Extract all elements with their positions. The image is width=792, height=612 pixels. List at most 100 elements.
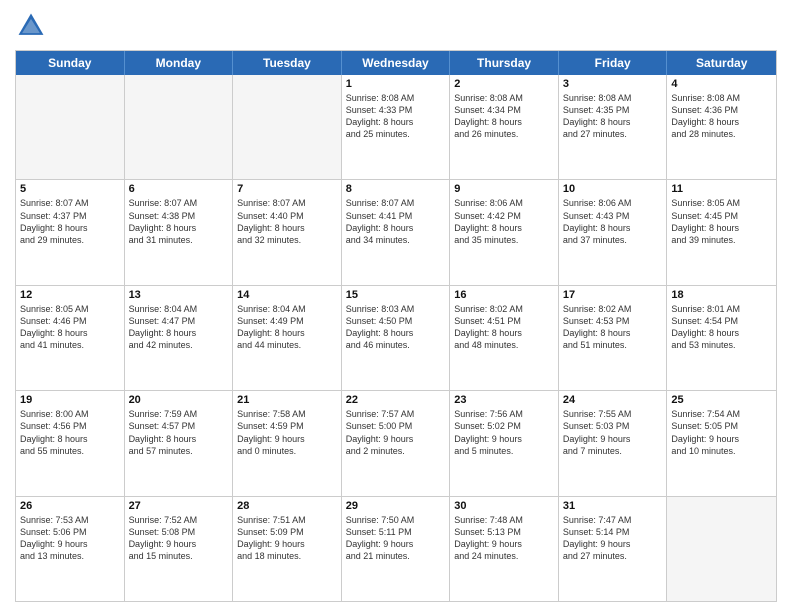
empty-cell [667,497,776,601]
day-number: 26 [20,500,120,512]
logo [15,10,51,42]
cell-info: Sunrise: 8:06 AM Sunset: 4:42 PM Dayligh… [454,197,554,246]
day-number: 29 [346,500,446,512]
header-day-wednesday: Wednesday [342,51,451,75]
day-number: 18 [671,289,772,301]
day-number: 22 [346,394,446,406]
day-cell-7: 7 Sunrise: 8:07 AM Sunset: 4:40 PM Daylig… [233,180,342,284]
day-number: 21 [237,394,337,406]
day-cell-14: 14 Sunrise: 8:04 AM Sunset: 4:49 PM Dayli… [233,286,342,390]
header-day-tuesday: Tuesday [233,51,342,75]
cell-info: Sunrise: 8:08 AM Sunset: 4:34 PM Dayligh… [454,92,554,141]
cell-info: Sunrise: 7:56 AM Sunset: 5:02 PM Dayligh… [454,408,554,457]
day-number: 9 [454,183,554,195]
calendar-body: 1Sunrise: 8:08 AM Sunset: 4:33 PM Daylig… [16,75,776,601]
day-cell-21: 21 Sunrise: 7:58 AM Sunset: 4:59 PM Dayli… [233,391,342,495]
day-cell-4: 4 Sunrise: 8:08 AM Sunset: 4:36 PM Daylig… [667,75,776,179]
calendar-header: SundayMondayTuesdayWednesdayThursdayFrid… [16,51,776,75]
day-number: 20 [129,394,229,406]
day-cell-27: 27 Sunrise: 7:52 AM Sunset: 5:08 PM Dayli… [125,497,234,601]
header-day-monday: Monday [125,51,234,75]
day-cell-8: 8Sunrise: 8:07 AM Sunset: 4:41 PM Daylig… [342,180,451,284]
cell-info: Sunrise: 8:05 AM Sunset: 4:46 PM Dayligh… [20,303,120,352]
day-cell-20: 20 Sunrise: 7:59 AM Sunset: 4:57 PM Dayli… [125,391,234,495]
cell-info: Sunrise: 7:51 AM Sunset: 5:09 PM Dayligh… [237,514,337,563]
week-row-3: 12 Sunrise: 8:05 AM Sunset: 4:46 PM Dayli… [16,285,776,390]
empty-cell [233,75,342,179]
day-number: 10 [563,183,663,195]
day-cell-17: 17 Sunrise: 8:02 AM Sunset: 4:53 PM Dayli… [559,286,668,390]
cell-info: Sunrise: 7:57 AM Sunset: 5:00 PM Dayligh… [346,408,446,457]
cell-info: Sunrise: 7:53 AM Sunset: 5:06 PM Dayligh… [20,514,120,563]
day-cell-16: 16Sunrise: 8:02 AM Sunset: 4:51 PM Dayli… [450,286,559,390]
day-cell-28: 28Sunrise: 7:51 AM Sunset: 5:09 PM Dayli… [233,497,342,601]
day-cell-26: 26 Sunrise: 7:53 AM Sunset: 5:06 PM Dayli… [16,497,125,601]
day-number: 3 [563,78,663,90]
day-cell-23: 23 Sunrise: 7:56 AM Sunset: 5:02 PM Dayli… [450,391,559,495]
day-cell-24: 24Sunrise: 7:55 AM Sunset: 5:03 PM Dayli… [559,391,668,495]
header-day-sunday: Sunday [16,51,125,75]
day-cell-12: 12 Sunrise: 8:05 AM Sunset: 4:46 PM Dayli… [16,286,125,390]
day-number: 27 [129,500,229,512]
week-row-2: 5 Sunrise: 8:07 AM Sunset: 4:37 PM Daylig… [16,179,776,284]
day-number: 5 [20,183,120,195]
cell-info: Sunrise: 7:54 AM Sunset: 5:05 PM Dayligh… [671,408,772,457]
day-cell-31: 31 Sunrise: 7:47 AM Sunset: 5:14 PM Dayli… [559,497,668,601]
cell-info: Sunrise: 8:07 AM Sunset: 4:37 PM Dayligh… [20,197,120,246]
header-day-thursday: Thursday [450,51,559,75]
cell-info: Sunrise: 8:08 AM Sunset: 4:36 PM Dayligh… [671,92,772,141]
header [15,10,777,42]
cell-info: Sunrise: 8:02 AM Sunset: 4:53 PM Dayligh… [563,303,663,352]
day-cell-6: 6Sunrise: 8:07 AM Sunset: 4:38 PM Daylig… [125,180,234,284]
cell-info: Sunrise: 7:58 AM Sunset: 4:59 PM Dayligh… [237,408,337,457]
day-cell-10: 10Sunrise: 8:06 AM Sunset: 4:43 PM Dayli… [559,180,668,284]
day-cell-15: 15Sunrise: 8:03 AM Sunset: 4:50 PM Dayli… [342,286,451,390]
day-cell-11: 11Sunrise: 8:05 AM Sunset: 4:45 PM Dayli… [667,180,776,284]
day-number: 19 [20,394,120,406]
day-cell-19: 19 Sunrise: 8:00 AM Sunset: 4:56 PM Dayli… [16,391,125,495]
cell-info: Sunrise: 8:03 AM Sunset: 4:50 PM Dayligh… [346,303,446,352]
day-number: 4 [671,78,772,90]
day-number: 30 [454,500,554,512]
cell-info: Sunrise: 8:07 AM Sunset: 4:38 PM Dayligh… [129,197,229,246]
week-row-4: 19 Sunrise: 8:00 AM Sunset: 4:56 PM Dayli… [16,390,776,495]
calendar: SundayMondayTuesdayWednesdayThursdayFrid… [15,50,777,602]
header-day-friday: Friday [559,51,668,75]
day-number: 31 [563,500,663,512]
day-number: 24 [563,394,663,406]
day-number: 14 [237,289,337,301]
empty-cell [125,75,234,179]
day-number: 11 [671,183,772,195]
day-cell-25: 25 Sunrise: 7:54 AM Sunset: 5:05 PM Dayli… [667,391,776,495]
cell-info: Sunrise: 7:52 AM Sunset: 5:08 PM Dayligh… [129,514,229,563]
day-cell-2: 2 Sunrise: 8:08 AM Sunset: 4:34 PM Daylig… [450,75,559,179]
day-number: 7 [237,183,337,195]
empty-cell [16,75,125,179]
cell-info: Sunrise: 7:50 AM Sunset: 5:11 PM Dayligh… [346,514,446,563]
cell-info: Sunrise: 8:08 AM Sunset: 4:35 PM Dayligh… [563,92,663,141]
cell-info: Sunrise: 7:47 AM Sunset: 5:14 PM Dayligh… [563,514,663,563]
day-cell-1: 1Sunrise: 8:08 AM Sunset: 4:33 PM Daylig… [342,75,451,179]
day-cell-18: 18Sunrise: 8:01 AM Sunset: 4:54 PM Dayli… [667,286,776,390]
day-cell-22: 22 Sunrise: 7:57 AM Sunset: 5:00 PM Dayli… [342,391,451,495]
cell-info: Sunrise: 8:00 AM Sunset: 4:56 PM Dayligh… [20,408,120,457]
day-number: 23 [454,394,554,406]
day-cell-3: 3 Sunrise: 8:08 AM Sunset: 4:35 PM Daylig… [559,75,668,179]
day-cell-30: 30Sunrise: 7:48 AM Sunset: 5:13 PM Dayli… [450,497,559,601]
logo-icon [15,10,47,42]
cell-info: Sunrise: 8:04 AM Sunset: 4:47 PM Dayligh… [129,303,229,352]
day-number: 8 [346,183,446,195]
week-row-1: 1Sunrise: 8:08 AM Sunset: 4:33 PM Daylig… [16,75,776,179]
cell-info: Sunrise: 7:59 AM Sunset: 4:57 PM Dayligh… [129,408,229,457]
day-number: 17 [563,289,663,301]
cell-info: Sunrise: 8:07 AM Sunset: 4:40 PM Dayligh… [237,197,337,246]
page: SundayMondayTuesdayWednesdayThursdayFrid… [0,0,792,612]
cell-info: Sunrise: 8:04 AM Sunset: 4:49 PM Dayligh… [237,303,337,352]
day-number: 25 [671,394,772,406]
day-cell-5: 5 Sunrise: 8:07 AM Sunset: 4:37 PM Daylig… [16,180,125,284]
day-number: 16 [454,289,554,301]
day-number: 13 [129,289,229,301]
day-number: 2 [454,78,554,90]
day-number: 12 [20,289,120,301]
week-row-5: 26 Sunrise: 7:53 AM Sunset: 5:06 PM Dayli… [16,496,776,601]
